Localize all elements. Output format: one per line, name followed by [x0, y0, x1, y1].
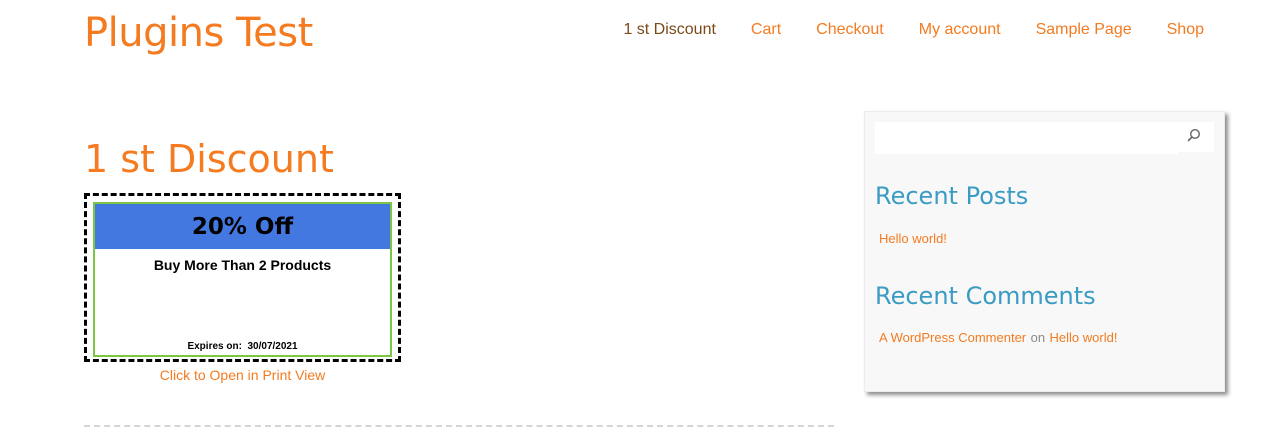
recent-post-link[interactable]: Hello world!	[879, 231, 947, 246]
coupon-expiry-label: Expires on:	[187, 341, 242, 352]
coupon-expiry: Expires on: 30/07/2021	[95, 341, 390, 352]
page-title: 1 st Discount	[84, 137, 334, 181]
nav-item-my-account[interactable]: My account	[919, 21, 1001, 39]
comment-author-link[interactable]: A WordPress Commenter	[879, 330, 1026, 345]
nav-item-cart[interactable]: Cart	[751, 21, 781, 39]
nav-item-checkout[interactable]: Checkout	[816, 21, 884, 39]
main-navigation: 1 st Discount Cart Checkout My account S…	[623, 21, 1204, 39]
coupon-expiry-date: 30/07/2021	[247, 341, 298, 352]
comment-post-link[interactable]: Hello world!	[1050, 330, 1118, 345]
coupon-headline: 20% Off	[95, 204, 390, 249]
print-view-link[interactable]: Click to Open in Print View	[84, 367, 401, 383]
recent-posts-title: Recent Posts	[875, 182, 1029, 210]
recent-comments-list: A WordPress Commenter on Hello world!	[879, 329, 1117, 347]
comment-connector: on	[1030, 330, 1046, 345]
recent-posts-list: Hello world!	[879, 230, 947, 248]
coupon-card: 20% Off Buy More Than 2 Products Expires…	[93, 202, 392, 357]
coupon[interactable]: 20% Off Buy More Than 2 Products Expires…	[84, 193, 401, 362]
nav-item-1st-discount[interactable]: 1 st Discount	[623, 21, 715, 39]
site-title[interactable]: Plugins Test	[84, 10, 313, 56]
nav-item-shop[interactable]: Shop	[1167, 21, 1204, 39]
sidebar: Recent Posts Hello world! Recent Comment…	[864, 111, 1225, 392]
recent-comments-title: Recent Comments	[875, 282, 1096, 310]
search-icon	[1187, 128, 1201, 147]
search-input[interactable]	[875, 122, 1178, 154]
content-divider	[84, 425, 834, 427]
search-button[interactable]	[1174, 122, 1214, 152]
coupon-description: Buy More Than 2 Products	[153, 257, 332, 273]
nav-item-sample-page[interactable]: Sample Page	[1036, 21, 1132, 39]
